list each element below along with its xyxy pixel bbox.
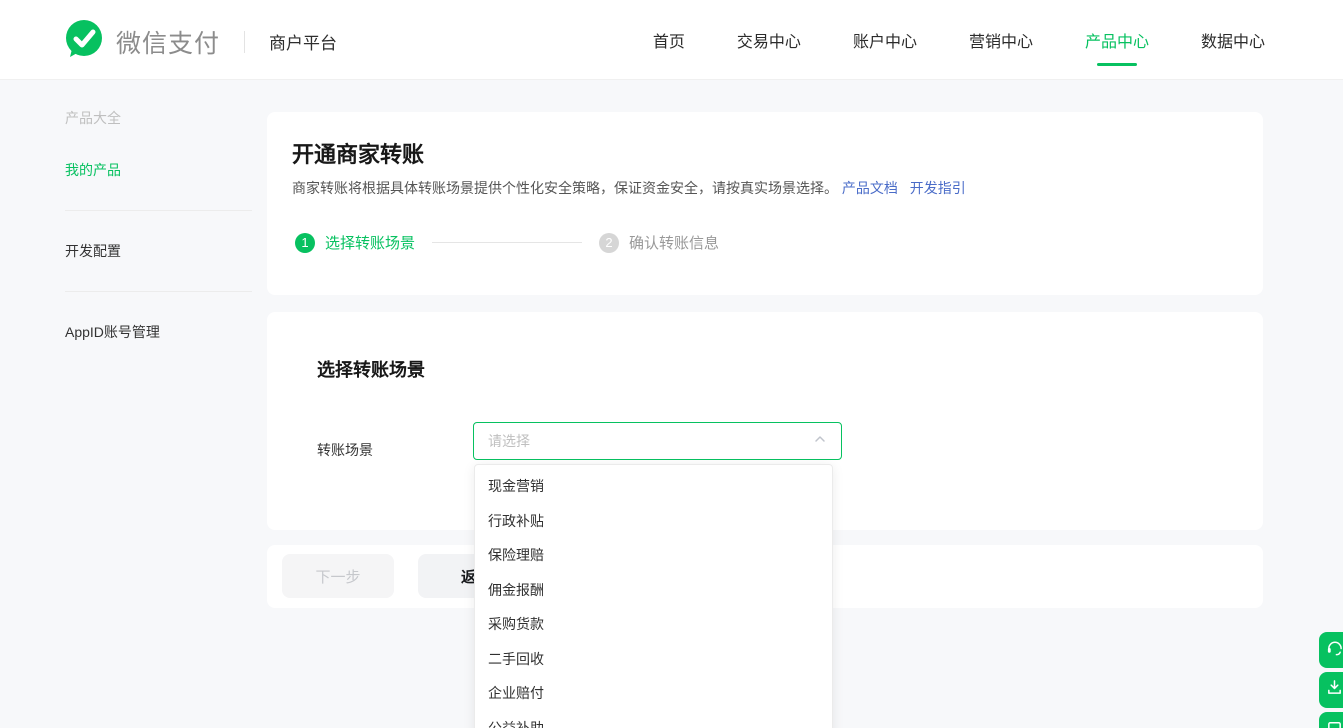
step-1-label: 选择转账场景 bbox=[325, 232, 415, 253]
wechat-pay-logo-icon bbox=[64, 19, 104, 64]
feedback-button[interactable] bbox=[1319, 672, 1343, 708]
portal-name: 商户平台 bbox=[269, 29, 337, 54]
sidebar-divider bbox=[65, 291, 252, 292]
top-header: 微信支付 商户平台 首页 交易中心 账户中心 营销中心 产品中心 数据中心 bbox=[0, 0, 1343, 80]
step-2-label: 确认转账信息 bbox=[629, 232, 719, 253]
option-cash-marketing[interactable]: 现金营销 bbox=[475, 469, 832, 504]
brand-name: 微信支付 bbox=[116, 24, 220, 60]
nav-item-data[interactable]: 数据中心 bbox=[1201, 0, 1265, 80]
sidebar-item-my-products[interactable]: 我的产品 bbox=[65, 160, 252, 180]
chevron-up-icon bbox=[813, 432, 827, 451]
option-commission[interactable]: 佣金报酬 bbox=[475, 573, 832, 608]
option-admin-subsidy[interactable]: 行政补贴 bbox=[475, 504, 832, 539]
customer-service-button[interactable] bbox=[1319, 632, 1343, 668]
sidebar-item-appid-management[interactable]: AppID账号管理 bbox=[65, 322, 252, 342]
next-step-button[interactable]: 下一步 bbox=[282, 554, 394, 598]
nav-item-products[interactable]: 产品中心 bbox=[1085, 0, 1149, 80]
step-1-circle: 1 bbox=[295, 233, 315, 253]
intro-card: 开通商家转账 商家转账将根据具体转账场景提供个性化安全策略，保证资金安全，请按真… bbox=[267, 112, 1263, 295]
nav-item-marketing[interactable]: 营销中心 bbox=[969, 0, 1033, 80]
main-nav: 首页 交易中心 账户中心 营销中心 产品中心 数据中心 bbox=[653, 0, 1265, 80]
page-description: 商家转账将根据具体转账场景提供个性化安全策略，保证资金安全，请按真实场景选择。 … bbox=[292, 178, 966, 198]
merchant-platform-page: 微信支付 商户平台 首页 交易中心 账户中心 营销中心 产品中心 数据中心 产品… bbox=[0, 0, 1343, 728]
brand: 微信支付 商户平台 bbox=[64, 19, 337, 64]
sidebar-divider bbox=[65, 210, 252, 211]
option-enterprise-compensation[interactable]: 企业赔付 bbox=[475, 676, 832, 711]
stepper: 1 选择转账场景 2 确认转账信息 bbox=[295, 232, 719, 253]
form-heading: 选择转账场景 bbox=[317, 356, 425, 382]
select-placeholder: 请选择 bbox=[488, 431, 813, 451]
option-procurement[interactable]: 采购货款 bbox=[475, 607, 832, 642]
option-insurance-claim[interactable]: 保险理赔 bbox=[475, 538, 832, 573]
nav-item-home[interactable]: 首页 bbox=[653, 0, 685, 80]
nav-item-account[interactable]: 账户中心 bbox=[853, 0, 917, 80]
step-2-circle: 2 bbox=[599, 233, 619, 253]
description-text: 商家转账将根据具体转账场景提供个性化安全策略，保证资金安全，请按真实场景选择。 bbox=[292, 180, 838, 196]
product-doc-link[interactable]: 产品文档 bbox=[842, 180, 898, 196]
scenario-field-label: 转账场景 bbox=[317, 440, 373, 460]
sidebar: 产品大全 我的产品 开发配置 AppID账号管理 bbox=[65, 108, 252, 342]
customer-service-icon bbox=[1326, 639, 1343, 661]
page-title: 开通商家转账 bbox=[292, 137, 424, 169]
more-tools-button[interactable] bbox=[1319, 712, 1343, 728]
step-connector bbox=[432, 242, 582, 243]
dev-guide-link[interactable]: 开发指引 bbox=[910, 180, 966, 196]
more-icon bbox=[1326, 719, 1343, 728]
nav-item-transactions[interactable]: 交易中心 bbox=[737, 0, 801, 80]
option-secondhand-recycle[interactable]: 二手回收 bbox=[475, 642, 832, 677]
brand-separator bbox=[244, 31, 245, 53]
sidebar-item-dev-config[interactable]: 开发配置 bbox=[65, 241, 252, 261]
scenario-select[interactable]: 请选择 bbox=[473, 422, 842, 460]
scenario-dropdown: 现金营销 行政补贴 保险理赔 佣金报酬 采购货款 二手回收 企业赔付 公益补助 bbox=[474, 464, 833, 728]
option-public-welfare[interactable]: 公益补助 bbox=[475, 711, 832, 728]
feedback-icon bbox=[1326, 679, 1343, 701]
sidebar-section-label: 产品大全 bbox=[65, 108, 252, 128]
